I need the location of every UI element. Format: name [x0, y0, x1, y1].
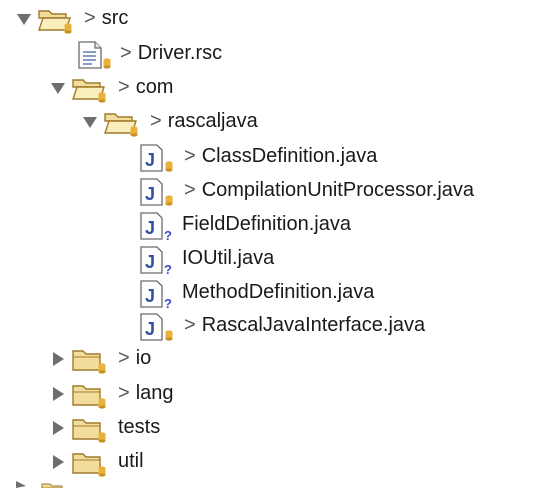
tree-item-com[interactable]: > com	[0, 71, 544, 105]
outgoing-marker: >	[118, 347, 130, 369]
tree-item-fielddefinition-java[interactable]: J ? FieldDefinition.java	[0, 208, 544, 242]
svg-text:J: J	[145, 252, 155, 272]
folder-icon	[72, 453, 106, 477]
tree-item-util[interactable]: util	[0, 445, 544, 479]
ioutil-name: IOUtil.java	[182, 247, 275, 269]
outgoing-marker: >	[120, 42, 132, 64]
outgoing-marker: >	[184, 179, 196, 201]
tree-item-label: MethodDefinition.java	[182, 280, 374, 304]
tree-item-src[interactable]: > src	[0, 2, 544, 36]
tree-item-io[interactable]: > io	[0, 342, 544, 376]
util-name: util	[118, 450, 144, 472]
tree-item-label: > io	[118, 346, 151, 370]
tree-item-label: IOUtil.java	[182, 246, 274, 270]
svg-text:J: J	[145, 286, 155, 306]
svg-text:J: J	[145, 218, 155, 238]
tree-item-tests[interactable]: tests	[0, 411, 544, 445]
tree-item-label: > CompilationUnitProcessor.java	[184, 178, 474, 202]
tree-item-label: > com	[118, 75, 173, 99]
folder-icon	[72, 350, 106, 374]
text-file-icon	[78, 41, 111, 69]
svg-text:J: J	[145, 150, 155, 170]
folder-open-icon	[38, 10, 72, 34]
tests-name: tests	[118, 416, 161, 438]
tree-item-label: > rascaljava	[150, 109, 258, 133]
folder-icon	[72, 385, 106, 409]
outgoing-marker: >	[84, 7, 96, 29]
java-file-unversioned-icon: J ?	[140, 280, 172, 309]
src-name: src	[101, 7, 129, 29]
java-file-icon: J	[140, 178, 173, 206]
driver-rsc-name: Driver.rsc	[137, 42, 223, 64]
folder-open-icon	[104, 113, 138, 137]
outgoing-marker: >	[184, 145, 196, 167]
collapsed-arrow-icon[interactable]	[48, 349, 68, 369]
tree-item-label: > lang	[118, 381, 174, 405]
classdefinition-name: ClassDefinition.java	[201, 145, 378, 167]
folder-open-icon	[72, 79, 106, 103]
svg-text:J: J	[145, 319, 155, 339]
collapsed-arrow-icon[interactable]	[48, 418, 68, 438]
java-file-unversioned-icon: J ?	[140, 246, 172, 275]
outgoing-marker: >	[118, 76, 130, 98]
svg-text:J: J	[145, 184, 155, 204]
tree-item-classdefinition-java[interactable]: J > ClassDefinition.java	[0, 140, 544, 174]
com-name: com	[135, 76, 174, 98]
outgoing-marker: >	[184, 314, 196, 336]
unversioned-marker: ?	[164, 228, 172, 241]
expanded-arrow-icon[interactable]	[14, 9, 34, 29]
tree-item-methoddefinition-java[interactable]: J ? MethodDefinition.java	[0, 276, 544, 310]
tree-item-lang[interactable]: > lang	[0, 377, 544, 411]
io-name: io	[135, 347, 152, 369]
java-file-icon: J	[140, 144, 173, 172]
expanded-arrow-icon[interactable]	[48, 78, 68, 98]
package-explorer-tree: > src > Driver.rsc > com > rascaljava J …	[0, 0, 544, 488]
tree-item-label: > Driver.rsc	[120, 41, 222, 65]
tree-item-rascaljava[interactable]: > rascaljava	[0, 105, 544, 139]
tree-item-label: > ClassDefinition.java	[184, 144, 377, 168]
collapsed-arrow-icon[interactable]	[48, 452, 68, 472]
tree-item-ioutil-java[interactable]: J ? IOUtil.java	[0, 242, 544, 276]
methoddefinition-name: MethodDefinition.java	[182, 281, 375, 303]
compilationunitprocessor-name: CompilationUnitProcessor.java	[201, 179, 475, 201]
fielddefinition-name: FieldDefinition.java	[182, 213, 351, 235]
tree-item-driver-rsc[interactable]: > Driver.rsc	[0, 37, 544, 71]
partially-visible-row	[16, 481, 63, 488]
java-file-unversioned-icon: J ?	[140, 212, 172, 241]
tree-item-label: FieldDefinition.java	[182, 212, 351, 236]
unversioned-marker: ?	[164, 296, 172, 309]
folder-icon	[72, 419, 106, 443]
collapsed-arrow-icon[interactable]	[48, 384, 68, 404]
unversioned-marker: ?	[164, 262, 172, 275]
rascaljavainterface-name: RascalJavaInterface.java	[201, 314, 426, 336]
tree-item-rascaljavainterface-java[interactable]: J > RascalJavaInterface.java	[0, 309, 544, 343]
outgoing-marker: >	[150, 110, 162, 132]
tree-item-label: > src	[84, 6, 128, 30]
tree-item-label: tests	[118, 415, 160, 439]
rascaljava-name: rascaljava	[167, 110, 258, 132]
tree-item-label: util	[118, 449, 144, 473]
expanded-arrow-icon[interactable]	[80, 112, 100, 132]
tree-item-compilationunitprocessor-java[interactable]: J > CompilationUnitProcessor.java	[0, 174, 544, 208]
tree-item-label: > RascalJavaInterface.java	[184, 313, 425, 337]
java-file-icon: J	[140, 313, 173, 341]
outgoing-marker: >	[118, 382, 130, 404]
lang-name: lang	[135, 382, 174, 404]
